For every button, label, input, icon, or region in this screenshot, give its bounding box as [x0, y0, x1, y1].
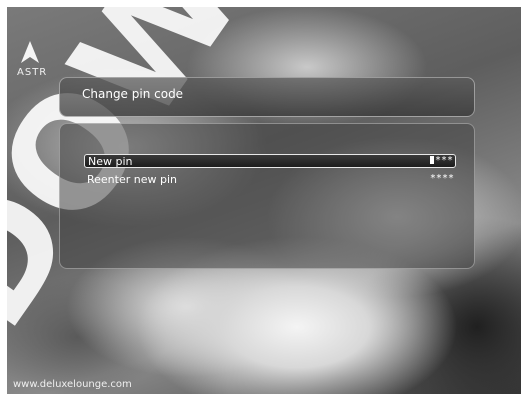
dialog-title: Change pin code	[82, 87, 184, 101]
dialog-title-bar: Change pin code	[59, 77, 475, 117]
logo-text: ASTR	[17, 67, 48, 78]
tv-screen: DOW ASTR Change pin code New pin *** Ree…	[7, 7, 521, 394]
text-cursor	[429, 156, 434, 164]
reenter-pin-field[interactable]: Reenter new pin ****	[84, 173, 456, 187]
new-pin-label: New pin	[88, 155, 133, 168]
reenter-pin-value: ****	[429, 173, 454, 184]
site-watermark: www.deluxelounge.com	[13, 379, 132, 390]
new-pin-masked: ***	[434, 155, 453, 166]
new-pin-field[interactable]: New pin ***	[84, 154, 456, 168]
pin-form-panel: New pin *** Reenter new pin ****	[59, 123, 475, 269]
new-pin-value: ***	[429, 155, 453, 167]
reenter-pin-label: Reenter new pin	[87, 173, 177, 186]
